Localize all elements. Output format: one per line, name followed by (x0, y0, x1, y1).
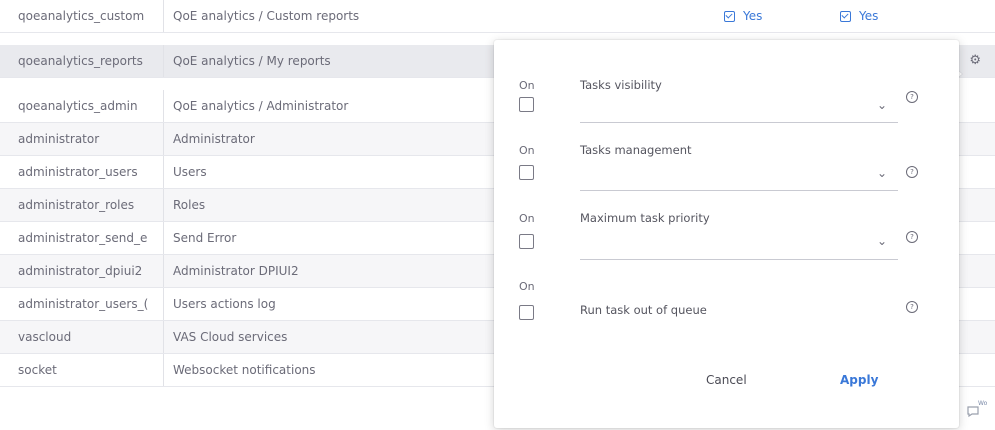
enable-checkbox[interactable] (519, 165, 534, 180)
websocket-status-icon[interactable]: Wo (966, 400, 988, 424)
enable-checkbox[interactable] (519, 305, 534, 320)
field-label: Tasks management (580, 143, 692, 157)
enable-checkbox[interactable] (519, 97, 534, 112)
help-icon[interactable]: ? (906, 166, 918, 178)
row-key: qoeanalytics_custom (0, 0, 164, 32)
chevron-down-icon[interactable]: ⌄ (877, 166, 887, 180)
on-label: On (519, 212, 535, 225)
row-key: administrator_users (0, 156, 164, 188)
help-icon[interactable]: ? (906, 91, 918, 103)
apply-button[interactable]: Apply (840, 373, 878, 387)
select-underline[interactable] (580, 259, 898, 260)
on-label: On (519, 79, 535, 92)
gear-icon[interactable]: ⚙ (969, 53, 981, 68)
permission-cell[interactable]: Yes (834, 0, 954, 32)
chevron-down-icon[interactable]: ⌄ (877, 98, 887, 112)
checked-icon (724, 10, 735, 22)
row-key: qoeanalytics_admin (0, 90, 164, 122)
row-name: QoE analytics / Custom reports (173, 9, 360, 23)
help-icon[interactable]: ? (906, 301, 918, 313)
permission-value: Yes (743, 9, 763, 23)
permission-cell[interactable]: Yes (724, 0, 834, 32)
corner-badge: Wo (978, 400, 988, 407)
row-key: administrator_send_e (0, 222, 164, 254)
chevron-down-icon[interactable]: ⌄ (877, 234, 887, 248)
cancel-button[interactable]: Cancel (706, 373, 747, 387)
row-key: administrator_users_( (0, 288, 164, 320)
enable-checkbox[interactable] (519, 234, 534, 249)
row-key: administrator (0, 123, 164, 155)
field-label: Run task out of queue (580, 303, 707, 317)
select-underline[interactable] (580, 122, 898, 123)
field-label: Tasks visibility (580, 78, 662, 92)
row-key: socket (0, 354, 164, 386)
permission-value: Yes (859, 9, 879, 23)
select-underline[interactable] (580, 190, 898, 191)
table-row[interactable]: qoeanalytics_custom QoE analytics / Cust… (0, 0, 995, 33)
field-label: Maximum task priority (580, 211, 710, 225)
row-key: administrator_dpiui2 (0, 255, 164, 287)
permissions-popup: On Tasks visibility ⌄ ? On Tasks managem… (494, 40, 959, 428)
on-label: On (519, 280, 535, 293)
checked-icon (840, 10, 851, 22)
row-key: administrator_roles (0, 189, 164, 221)
help-icon[interactable]: ? (906, 231, 918, 243)
row-key: qoeanalytics_reports (0, 45, 164, 77)
on-label: On (519, 144, 535, 157)
row-key: vascloud (0, 321, 164, 353)
